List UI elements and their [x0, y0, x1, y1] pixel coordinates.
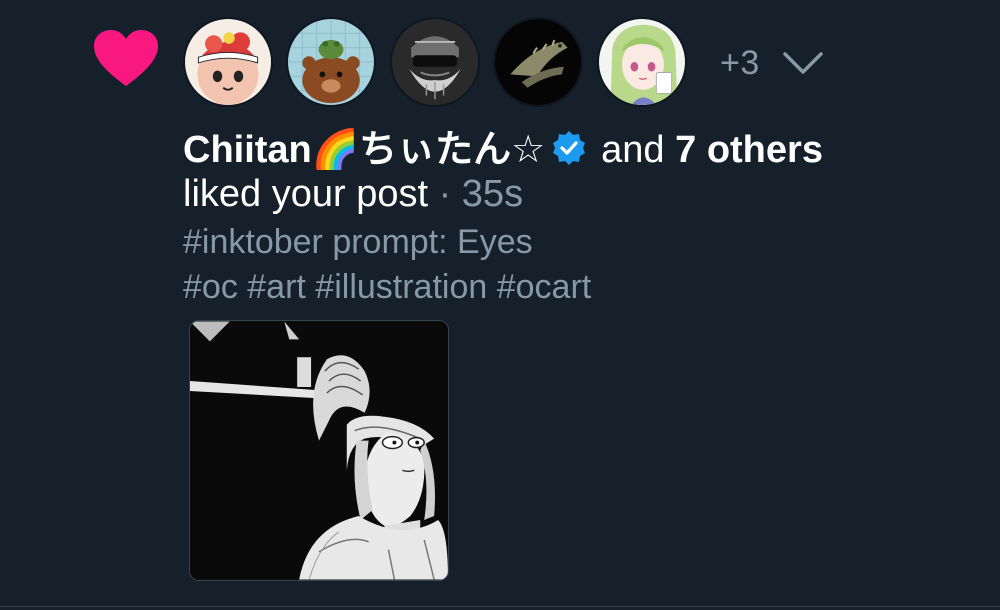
chevron-down-icon[interactable] — [782, 48, 824, 78]
heart-icon — [94, 30, 158, 86]
and-text: and — [601, 129, 665, 171]
avatar-fish[interactable] — [493, 17, 583, 107]
overflow-count: +3 — [720, 44, 760, 82]
avatar-cat[interactable] — [183, 17, 273, 107]
bottom-divider — [0, 606, 1000, 607]
post-image-thumbnail[interactable] — [189, 320, 449, 581]
avatar-bearded-man[interactable] — [390, 17, 480, 107]
post-text[interactable]: #inktober prompt: Eyes #oc #art #illustr… — [183, 220, 883, 310]
others-count[interactable]: 7 others — [675, 129, 823, 171]
post-text-line-2: #oc #art #illustration #ocart — [183, 268, 592, 306]
verified-badge-icon — [553, 131, 586, 165]
avatar-otter-frog[interactable] — [286, 17, 376, 107]
avatar-anime-girl[interactable] — [597, 17, 687, 107]
action-text: liked your post — [183, 173, 429, 215]
timestamp[interactable]: 35s — [462, 173, 523, 215]
actor-name[interactable]: Chiitan🌈ちぃたん☆ — [183, 129, 545, 171]
notification-action: liked your post · 35s — [183, 170, 523, 218]
notification-headline: Chiitan🌈ちぃたん☆ and 7 others — [183, 126, 823, 174]
separator-dot: · — [438, 173, 452, 215]
manga-illustration — [190, 321, 448, 580]
post-text-line-1: #inktober prompt: Eyes — [183, 223, 533, 261]
